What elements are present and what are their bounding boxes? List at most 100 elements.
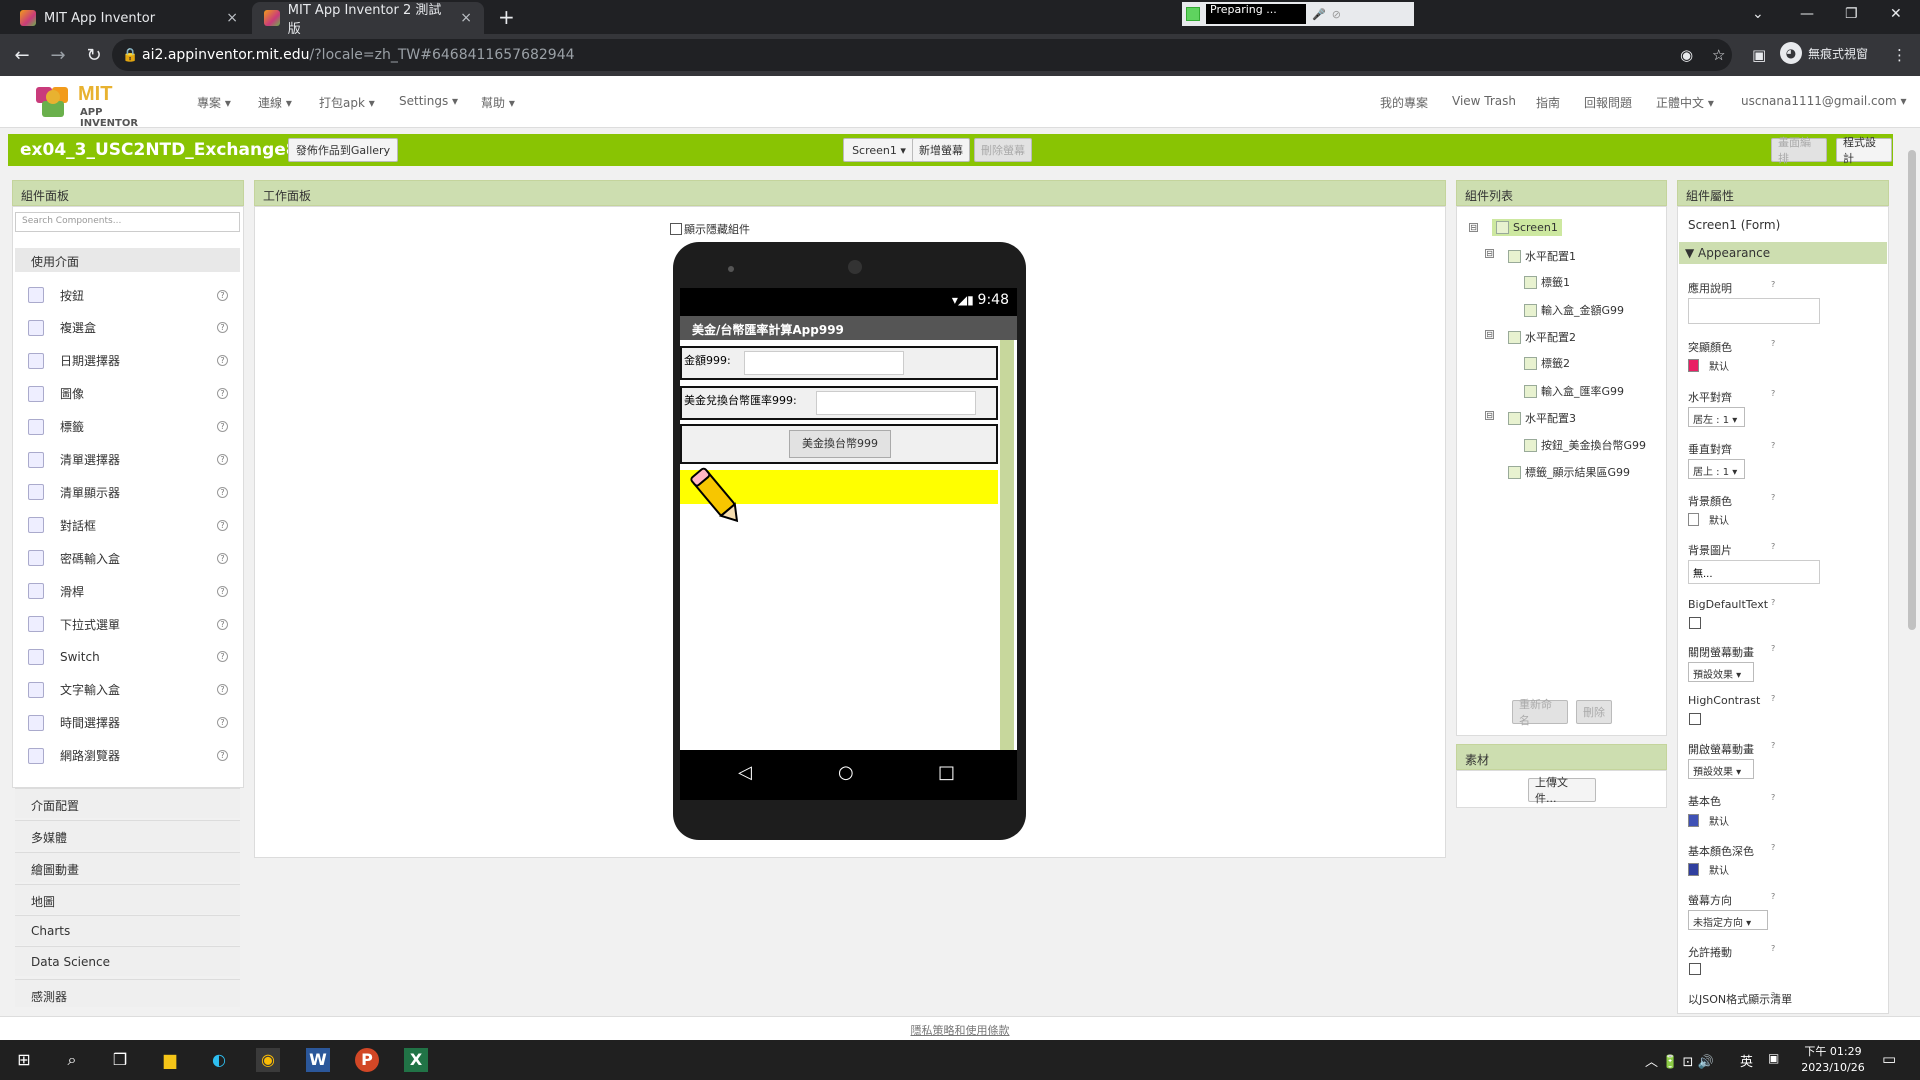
nav-back-icon[interactable]: ◁ — [738, 762, 752, 783]
powerpoint-icon[interactable]: P — [355, 1048, 379, 1072]
prop-high-contrast-checkbox[interactable] — [1689, 713, 1701, 725]
tree-node-amount-textbox[interactable]: 輸入盒_金額G99 — [1524, 302, 1624, 318]
upload-file-button[interactable]: 上傳文件... — [1528, 776, 1596, 805]
palette-item[interactable]: 標籤? — [28, 416, 228, 438]
menu-projects[interactable]: 專案 ▾ — [197, 94, 231, 111]
label-1[interactable]: 金額999: — [684, 352, 731, 368]
menu-connect[interactable]: 連線 ▾ — [258, 94, 292, 111]
show-hidden-components[interactable]: 顯示隱藏組件 — [670, 221, 750, 237]
remove-screen-button[interactable]: 刪除螢幕 — [974, 138, 1032, 162]
incognito-indicator[interactable]: ◕ 無痕式視窗 — [1780, 42, 1868, 64]
prop-big-default-text-checkbox[interactable] — [1689, 617, 1701, 629]
windows-start-icon[interactable]: ⊞ — [12, 1048, 36, 1072]
help-icon[interactable]: ? — [1771, 793, 1775, 802]
system-tray-icons[interactable]: ︿ 🔋 ⊡ 🔊 — [1645, 1051, 1714, 1070]
restore-icon[interactable]: ❐ — [1845, 6, 1858, 22]
help-icon[interactable]: ? — [1771, 694, 1775, 703]
help-icon[interactable]: ? — [217, 421, 228, 433]
collapse-toggle-icon[interactable]: ⊟ — [1485, 330, 1494, 339]
prop-orientation-select[interactable]: 未指定方向 ▾ — [1688, 910, 1768, 930]
help-icon[interactable]: ? — [1771, 991, 1775, 1000]
tree-node-label2[interactable]: 標籤2 — [1524, 355, 1570, 371]
app-title-bar[interactable]: 美金/台幣匯率計算App999 — [680, 316, 1017, 340]
menu-settings[interactable]: Settings ▾ — [399, 94, 458, 108]
palette-item[interactable]: 圖像? — [28, 383, 228, 405]
horizontal-arrangement-2[interactable]: 美金兌換台幣匯率999: — [680, 386, 998, 420]
privacy-terms-link[interactable]: 隱私策略和使用條款 — [0, 1016, 1920, 1040]
address-bar[interactable]: 🔒 ai2.appinventor.mit.edu/?locale=zh_TW#… — [112, 39, 1732, 71]
help-icon[interactable]: ? — [1771, 598, 1775, 607]
chrome-icon[interactable]: ◉ — [256, 1048, 280, 1072]
category-maps[interactable]: 地圖 — [15, 884, 240, 914]
palette-item[interactable]: 複選盒? — [28, 317, 228, 339]
notification-icon[interactable]: ▭ — [1882, 1050, 1896, 1068]
palette-item[interactable]: 時間選擇器? — [28, 712, 228, 734]
collapse-toggle-icon[interactable]: ⊟ — [1485, 249, 1494, 258]
help-icon[interactable]: ? — [1771, 493, 1775, 502]
tree-node-horizontal3[interactable]: 水平配置3 — [1508, 410, 1576, 426]
word-icon[interactable]: W — [306, 1048, 330, 1072]
menu-report-issue[interactable]: 回報問題 — [1584, 94, 1632, 111]
task-view-icon[interactable]: ❒ — [108, 1048, 132, 1072]
menu-view-trash[interactable]: View Trash — [1452, 94, 1516, 108]
horizontal-arrangement-1[interactable]: 金額999: — [680, 346, 998, 380]
nav-home-icon[interactable]: ○ — [838, 762, 854, 783]
taskbar-date[interactable]: 2023/10/26 — [1796, 1061, 1870, 1074]
help-icon[interactable]: ? — [1771, 389, 1775, 398]
help-icon[interactable]: ? — [217, 585, 228, 597]
tree-node-convert-button[interactable]: 按鈕_美金換台幣G99 — [1524, 437, 1646, 453]
palette-item[interactable]: 清單顯示器? — [28, 481, 228, 503]
publish-gallery-button[interactable]: 發佈作品到Gallery — [288, 138, 398, 162]
palette-item[interactable]: 滑桿? — [28, 580, 228, 602]
palette-item[interactable]: 密碼輸入盒? — [28, 547, 228, 569]
help-icon[interactable]: ? — [217, 388, 228, 400]
palette-item[interactable]: 對話框? — [28, 514, 228, 536]
microphone-icon[interactable]: 🎤 — [1312, 8, 1326, 21]
page-scrollbar[interactable] — [1906, 134, 1918, 1012]
eye-off-icon[interactable]: ◉ — [1680, 46, 1693, 64]
reload-icon[interactable]: ↻ — [80, 45, 108, 66]
add-screen-button[interactable]: 新增螢幕 — [912, 138, 970, 162]
collapse-toggle-icon[interactable]: ⊟ — [1469, 223, 1478, 232]
help-icon[interactable]: ? — [1771, 843, 1775, 852]
help-icon[interactable]: ? — [1771, 892, 1775, 901]
help-icon[interactable]: ? — [217, 684, 228, 696]
prop-bg-image-input[interactable]: 無... — [1688, 560, 1820, 584]
category-data-science[interactable]: Data Science — [15, 946, 240, 976]
new-tab-button[interactable]: + — [498, 5, 515, 29]
browser-tab-1[interactable]: MIT App Inventor × — [8, 2, 250, 34]
mit-app-inventor-logo[interactable]: MIT APP INVENTOR — [32, 81, 162, 129]
palette-item[interactable]: 清單選擇器? — [28, 449, 228, 471]
appearance-section[interactable]: ▼ Appearance — [1679, 242, 1887, 264]
help-icon[interactable]: ? — [217, 322, 228, 334]
rename-button[interactable]: 重新命名 — [1512, 698, 1568, 727]
prop-primary-dark-color[interactable]: 默认 — [1688, 862, 1729, 877]
blocks-button[interactable]: 程式設計 — [1836, 136, 1892, 165]
help-icon[interactable]: ? — [1771, 441, 1775, 450]
prop-align-h-select[interactable]: 居左 : 1 ▾ — [1688, 407, 1745, 427]
help-icon[interactable]: ? — [217, 750, 228, 762]
menu-build[interactable]: 打包apk ▾ — [319, 94, 375, 111]
help-icon[interactable]: ? — [217, 519, 228, 531]
help-icon[interactable]: ? — [1771, 280, 1775, 289]
prop-bg-color[interactable]: 默认 — [1688, 512, 1729, 527]
tree-node-label1[interactable]: 標籤1 — [1524, 274, 1570, 290]
designer-button[interactable]: 畫面編排 — [1771, 136, 1827, 165]
browser-menu-icon[interactable]: ⋮ — [1892, 46, 1907, 64]
help-icon[interactable]: ? — [1771, 741, 1775, 750]
palette-item[interactable]: 文字輸入盒? — [28, 679, 228, 701]
nav-recents-icon[interactable]: □ — [938, 762, 955, 783]
amount-textbox[interactable] — [744, 351, 904, 375]
tab-close-icon[interactable]: × — [460, 10, 472, 26]
help-icon[interactable]: ? — [1771, 339, 1775, 348]
tree-node-screen1[interactable]: Screen1 — [1492, 219, 1562, 236]
ime-mode-icon[interactable]: ▣ — [1768, 1051, 1779, 1065]
prop-about-input[interactable] — [1688, 298, 1820, 324]
category-media[interactable]: 多媒體 — [15, 820, 240, 850]
palette-item[interactable]: 日期選擇器? — [28, 350, 228, 372]
camera-off-icon[interactable]: ⊘ — [1332, 8, 1341, 21]
menu-my-projects[interactable]: 我的專案 — [1380, 94, 1428, 111]
convert-usd-to-twd-button[interactable]: 美金換台幣999 — [789, 430, 891, 458]
help-icon[interactable]: ? — [217, 289, 228, 301]
delete-button[interactable]: 刪除 — [1576, 700, 1612, 724]
